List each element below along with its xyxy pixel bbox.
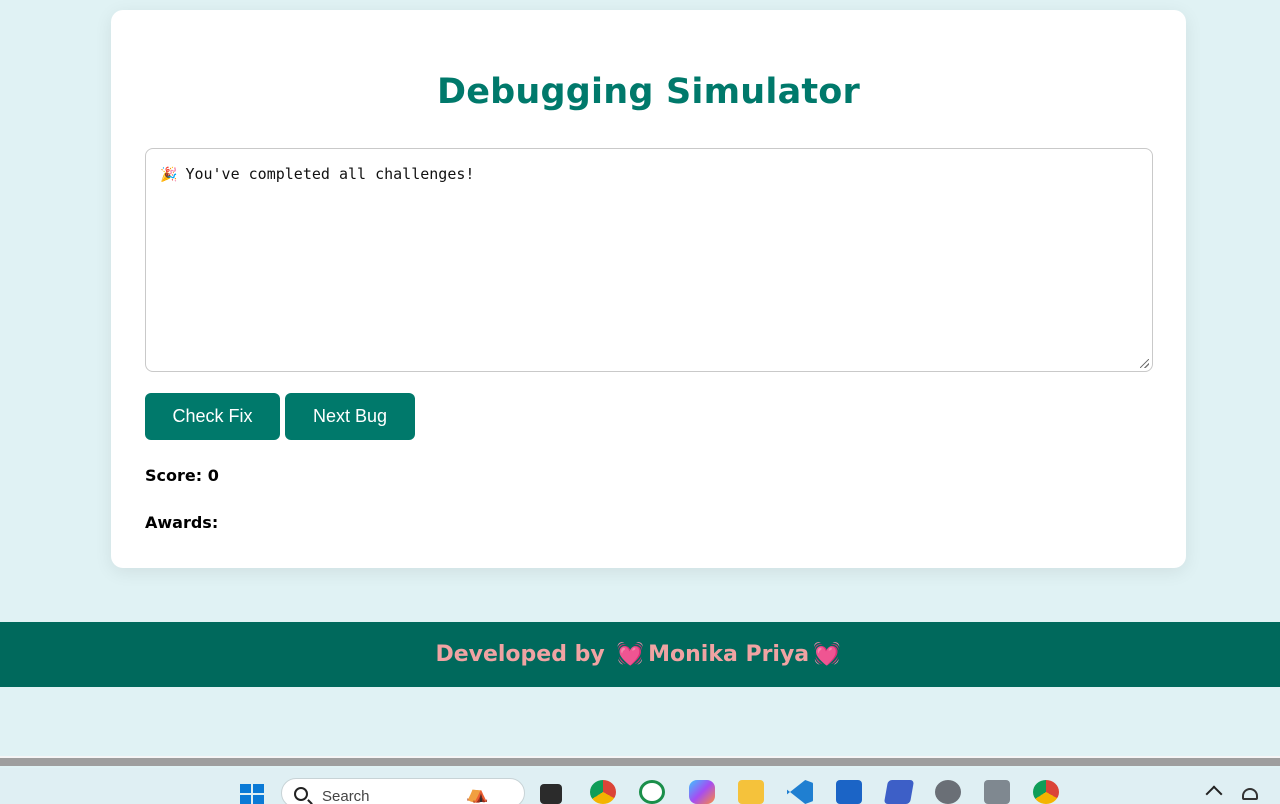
editor-content: You've completed all challenges! [185, 165, 475, 183]
footer-prefix: Developed by [435, 642, 605, 667]
search-highlight-icon: ⛺ [466, 783, 489, 804]
chrome-profile-icon[interactable] [1033, 780, 1059, 804]
check-fix-button[interactable]: Check Fix [145, 393, 280, 440]
party-popper-icon: 🎉 [160, 167, 178, 183]
heart-icon: 💓 [813, 642, 841, 667]
heart-icon: 💓 [616, 642, 645, 667]
chevron-up-icon[interactable] [1205, 785, 1223, 803]
resize-handle[interactable] [1140, 359, 1149, 368]
search-icon [294, 787, 308, 801]
camera-icon[interactable] [984, 780, 1010, 804]
whatsapp-icon[interactable] [639, 780, 665, 804]
next-bug-button[interactable]: Next Bug [285, 393, 415, 440]
footer-author: Monika Priya [648, 642, 810, 667]
task-view-icon[interactable] [540, 784, 562, 804]
simulator-card: Debugging Simulator 🎉 You've completed al… [111, 10, 1186, 568]
network-icon[interactable] [1242, 788, 1258, 800]
windows-taskbar: Search ⛺ [0, 768, 1280, 804]
windows-start-icon[interactable] [240, 784, 264, 804]
settings-icon[interactable] [935, 780, 961, 804]
page-title: Debugging Simulator [436, 72, 861, 112]
powershell-icon[interactable] [883, 780, 915, 804]
file-explorer-icon[interactable] [738, 780, 764, 804]
taskbar-search[interactable]: Search ⛺ [281, 778, 525, 804]
horizontal-scrollbar[interactable] [0, 756, 1280, 766]
awards-label: Awards: [145, 513, 219, 532]
footer: Developed by 💓 Monika Priya 💓 [0, 622, 1280, 687]
search-placeholder: Search [322, 788, 370, 804]
score-label: Score: 0 [145, 466, 219, 485]
store-icon[interactable] [836, 780, 862, 804]
code-editor-textarea[interactable]: 🎉 You've completed all challenges! [145, 148, 1153, 372]
chrome-icon[interactable] [590, 780, 616, 804]
copilot-icon[interactable] [689, 780, 715, 804]
vscode-icon[interactable] [787, 780, 813, 804]
